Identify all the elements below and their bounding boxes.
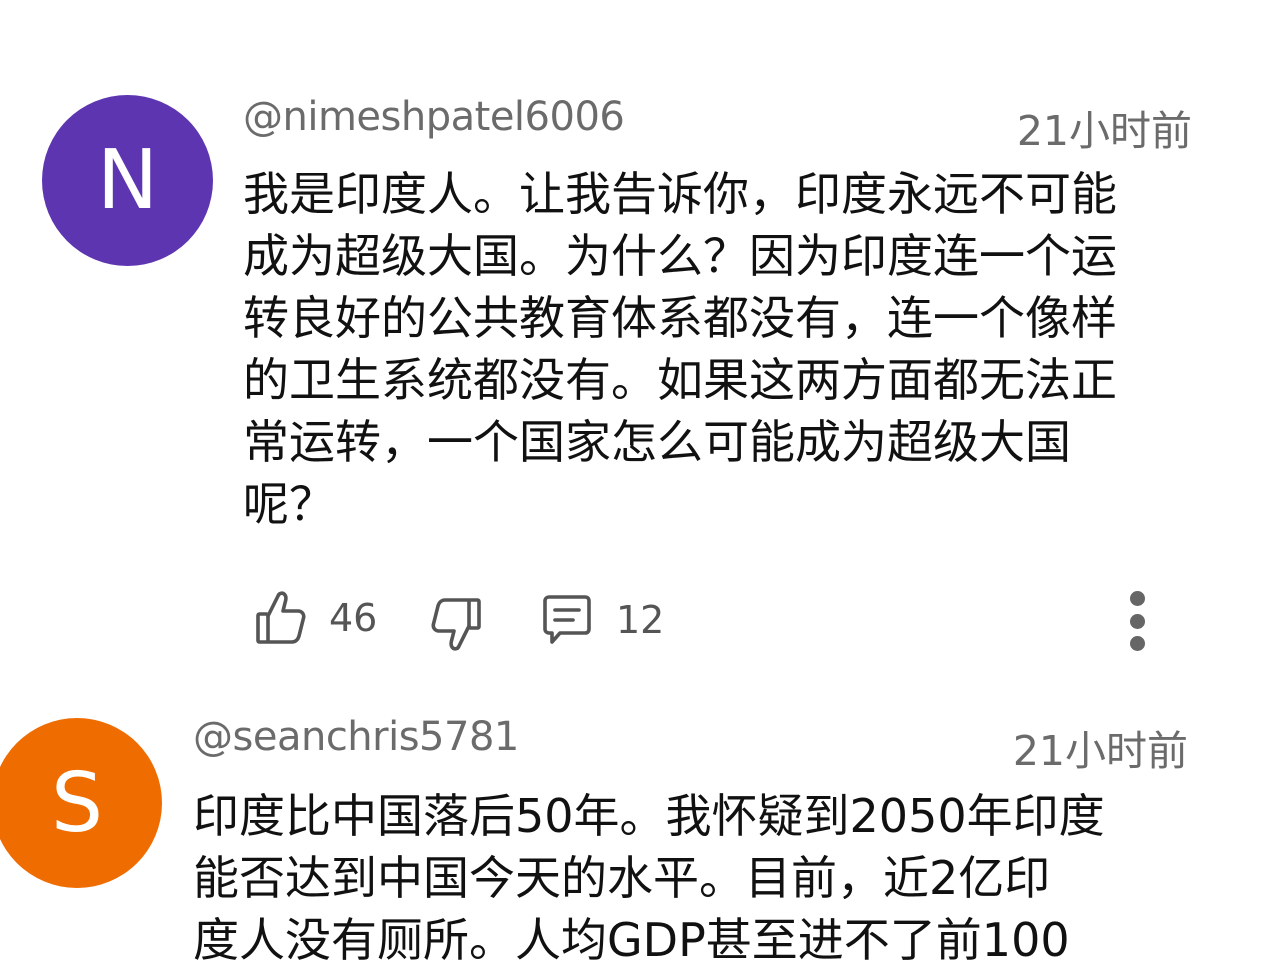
comment-text-line: 成为超级大国。为什么？因为印度连一个运 (243, 229, 1117, 283)
comment-item: S @seanchris5781 21小时前 印度比中国落后50年。我怀疑到20… (0, 690, 1280, 980)
comment-text-line: 呢？ (243, 477, 335, 531)
avatar[interactable]: N (42, 95, 213, 266)
comment-item: N @nimeshpatel6006 21小时前 我是印度人。让我告诉你，印度永… (0, 0, 1280, 690)
comment-text-line: 的卫生系统都没有。如果这两方面都无法正 (243, 353, 1117, 407)
reply-count: 12 (616, 598, 665, 642)
comment-icon (540, 593, 594, 647)
reply-button[interactable]: 12 (540, 593, 664, 647)
avatar-letter: S (50, 755, 104, 851)
comment-timestamp: 21小时前 (1016, 107, 1192, 155)
like-button[interactable]: 46 (255, 589, 377, 647)
dislike-button[interactable] (430, 595, 482, 653)
comment-text-line: 转良好的公共教育体系都没有，连一个像样 (243, 291, 1117, 345)
comment-text-line: 常运转，一个国家怎么可能成为超级大国 (243, 415, 1071, 469)
like-count: 46 (329, 596, 378, 640)
comment-action-bar: 46 12 (0, 585, 1280, 657)
avatar-letter: N (96, 133, 159, 228)
thumbs-down-icon (430, 595, 482, 653)
more-options-button[interactable] (1122, 591, 1152, 651)
comment-text: 印度比中国落后50年。我怀疑到2050年印度 能否达到中国今天的水平。目前，近2… (193, 785, 1203, 971)
more-vert-icon (1129, 591, 1145, 606)
comment-text-line: 我是印度人。让我告诉你，印度永远不可能 (243, 167, 1117, 221)
comment-author[interactable]: @nimeshpatel6006 (243, 94, 625, 140)
avatar[interactable]: S (0, 718, 162, 888)
thumbs-up-icon (255, 589, 307, 647)
comment-text-line: 能否达到中国今天的水平。目前，近2亿印 (193, 851, 1051, 905)
comment-author[interactable]: @seanchris5781 (193, 714, 519, 760)
comment-text-line: 印度比中国落后50年。我怀疑到2050年印度 (193, 789, 1105, 843)
more-vert-icon-dot (1129, 613, 1145, 629)
comment-text: 我是印度人。让我告诉你，印度永远不可能 成为超级大国。为什么？因为印度连一个运 … (243, 163, 1193, 535)
comment-timestamp: 21小时前 (1012, 727, 1188, 775)
more-vert-icon-dot (1129, 636, 1145, 651)
comment-text-line: 度人没有厕所。人均GDP甚至进不了前100 (193, 913, 1070, 967)
